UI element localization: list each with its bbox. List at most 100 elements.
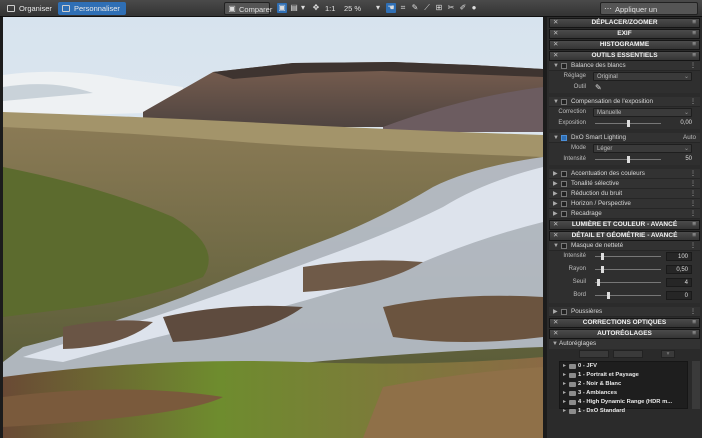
hand-icon[interactable]: ☚ — [386, 3, 396, 13]
exposition-value[interactable]: 0,00 — [680, 118, 692, 129]
masque-seuil-slider[interactable] — [595, 279, 661, 286]
section-exif[interactable]: ✕ EXIF ≡ — [549, 29, 700, 39]
tool-compensation-exposition[interactable]: ▼ Compensation de l'exposition ⋮ — [549, 97, 700, 107]
section-detail-geometrie[interactable]: ✕ DÉTAIL ET GÉOMÉTRIE - AVANCÉ ≡ — [549, 231, 700, 241]
chevron-right-icon[interactable]: ▶ — [553, 307, 558, 317]
chevron-down-icon[interactable]: ▼ — [553, 133, 559, 143]
chevron-down-icon[interactable]: ▼ — [552, 339, 558, 349]
menu-icon[interactable]: ⋮ — [690, 169, 696, 179]
zoom-level[interactable]: 25 % — [344, 2, 361, 15]
section-outils-essentiels[interactable]: ✕ OUTILS ESSENTIELS ≡ — [549, 51, 700, 61]
enable-checkbox[interactable] — [561, 99, 567, 105]
brush-icon[interactable]: ✐ — [458, 3, 468, 13]
menu-icon[interactable]: ≡ — [692, 30, 696, 38]
chevron-down-icon[interactable]: ▼ — [553, 61, 559, 71]
slider-thumb[interactable] — [607, 292, 611, 299]
tab-organiser[interactable]: Organiser — [3, 2, 58, 15]
repair-icon[interactable]: ✂ — [446, 3, 456, 13]
close-icon[interactable]: ✕ — [553, 232, 558, 240]
section-lumiere-couleur[interactable]: ✕ LUMIÈRE ET COULEUR - AVANCÉ ≡ — [549, 220, 700, 230]
mode-select[interactable]: Léger ⌄ — [593, 144, 692, 153]
chevron-right-icon[interactable]: ▶ — [553, 199, 558, 209]
close-icon[interactable]: ✕ — [553, 30, 558, 38]
horizon-icon[interactable]: ⟋ — [422, 3, 432, 13]
masque-rayon-slider[interactable] — [595, 266, 661, 273]
menu-icon[interactable]: ≡ — [692, 52, 696, 60]
masque-rayon-value[interactable]: 0,50 — [666, 265, 692, 274]
chevron-right-icon[interactable]: ▸ — [563, 407, 566, 416]
menu-icon[interactable]: ≡ — [692, 19, 696, 27]
preset-item[interactable]: ▸ 1 - DxO Standard — [560, 407, 687, 416]
chevron-right-icon[interactable]: ▸ — [563, 380, 566, 389]
chevron-right-icon[interactable]: ▶ — [553, 169, 558, 179]
preset-item[interactable]: ▸ 2 - Noir & Blanc — [560, 380, 687, 389]
autoreglages-header[interactable]: ▼ Autoréglages — [549, 339, 700, 349]
menu-icon[interactable]: ≡ — [692, 41, 696, 49]
menu-icon[interactable]: ⋮ — [690, 199, 696, 209]
tool-masque-nettete[interactable]: ▼ Masque de netteté ⋮ — [549, 241, 700, 251]
reglage-select[interactable]: Original ⌄ — [593, 72, 692, 81]
enable-checkbox[interactable] — [561, 309, 567, 315]
zoom-chevron-icon[interactable]: ▾ — [373, 3, 383, 13]
close-icon[interactable]: ✕ — [553, 330, 558, 338]
chevron-down-icon[interactable]: ▼ — [553, 97, 559, 107]
enable-checkbox[interactable] — [561, 63, 567, 69]
chevron-down-icon[interactable]: ▼ — [553, 241, 559, 251]
chevron-right-icon[interactable]: ▸ — [563, 398, 566, 407]
chevron-right-icon[interactable]: ▶ — [553, 189, 558, 199]
mode-auto[interactable]: Auto — [683, 133, 696, 143]
menu-icon[interactable]: ⋮ — [690, 307, 696, 317]
menu-icon[interactable]: ⋮ — [690, 97, 696, 107]
tab-personnaliser[interactable]: Personnaliser — [58, 2, 126, 15]
chevron-right-icon[interactable]: ▸ — [563, 389, 566, 398]
close-icon[interactable]: ✕ — [553, 41, 558, 49]
close-icon[interactable]: ✕ — [553, 319, 558, 327]
menu-icon[interactable]: ⋮ — [690, 241, 696, 251]
tool-poussieres[interactable]: ▶ Poussières ⋮ — [549, 307, 700, 317]
enable-checkbox[interactable] — [561, 171, 567, 177]
masque-seuil-value[interactable]: 4 — [666, 278, 692, 287]
circle-icon[interactable]: ● — [469, 3, 479, 13]
ratio-button[interactable]: 1:1 — [325, 2, 335, 15]
chevron-right-icon[interactable]: ▸ — [563, 362, 566, 371]
preset-button-1[interactable] — [579, 350, 609, 358]
menu-icon[interactable]: ⋮ — [690, 209, 696, 219]
menu-icon[interactable]: ⋮ — [690, 179, 696, 189]
crop-icon[interactable]: ⌗ — [398, 3, 408, 13]
menu-icon[interactable]: ≡ — [692, 232, 696, 240]
masque-intensite-value[interactable]: 100 — [666, 252, 692, 261]
scrollbar[interactable] — [692, 361, 700, 409]
enable-checkbox[interactable] — [561, 135, 567, 141]
preset-options-button[interactable]: ▾ — [661, 350, 675, 358]
section-autoreglages[interactable]: ✕ AUTORÉGLAGES ≡ — [549, 329, 700, 339]
image-preview[interactable] — [3, 17, 543, 438]
section-corrections-optiques[interactable]: ✕ CORRECTIONS OPTIQUES ≡ — [549, 318, 700, 328]
menu-icon[interactable]: ≡ — [692, 319, 696, 327]
preset-item[interactable]: ▸ 1 - Portrait et Paysage — [560, 371, 687, 380]
perspective-icon[interactable]: ⊞ — [434, 3, 444, 13]
tool-horizon[interactable]: ▶ Horizon / Perspective ⋮ — [549, 199, 700, 209]
slider-thumb[interactable] — [600, 266, 604, 273]
tool-reduction-bruit[interactable]: ▶ Réduction du bruit ⋮ — [549, 189, 700, 199]
chevron-right-icon[interactable]: ▶ — [553, 179, 558, 189]
preset-item[interactable]: ▸ 3 - Ambiances — [560, 389, 687, 398]
slider-thumb[interactable] — [597, 279, 601, 286]
masque-bord-value[interactable]: 0 — [666, 291, 692, 300]
eyedropper-icon[interactable]: ✎ — [410, 3, 420, 13]
exposition-slider[interactable] — [595, 120, 661, 127]
slider-thumb[interactable] — [600, 253, 604, 260]
close-icon[interactable]: ✕ — [553, 19, 558, 27]
tool-recadrage[interactable]: ▶ Recadrage ⋮ — [549, 209, 700, 219]
close-icon[interactable]: ✕ — [553, 52, 558, 60]
tool-tonalite[interactable]: ▶ Tonalité sélective ⋮ — [549, 179, 700, 189]
menu-icon[interactable]: ⋮ — [690, 189, 696, 199]
menu-icon[interactable]: ≡ — [692, 221, 696, 229]
intensite-slider[interactable] — [595, 156, 661, 163]
compare-button[interactable]: ▣ Comparer — [224, 2, 272, 15]
tool-smart-lighting[interactable]: ▼ DxO Smart Lighting Auto — [549, 133, 700, 143]
enable-checkbox[interactable] — [561, 211, 567, 217]
intensite-value[interactable]: 50 — [685, 154, 692, 165]
correction-select[interactable]: Manuelle ⌄ — [593, 108, 692, 117]
tool-accentuation[interactable]: ▶ Accentuation des couleurs ⋮ — [549, 169, 700, 179]
close-icon[interactable]: ✕ — [553, 221, 558, 229]
